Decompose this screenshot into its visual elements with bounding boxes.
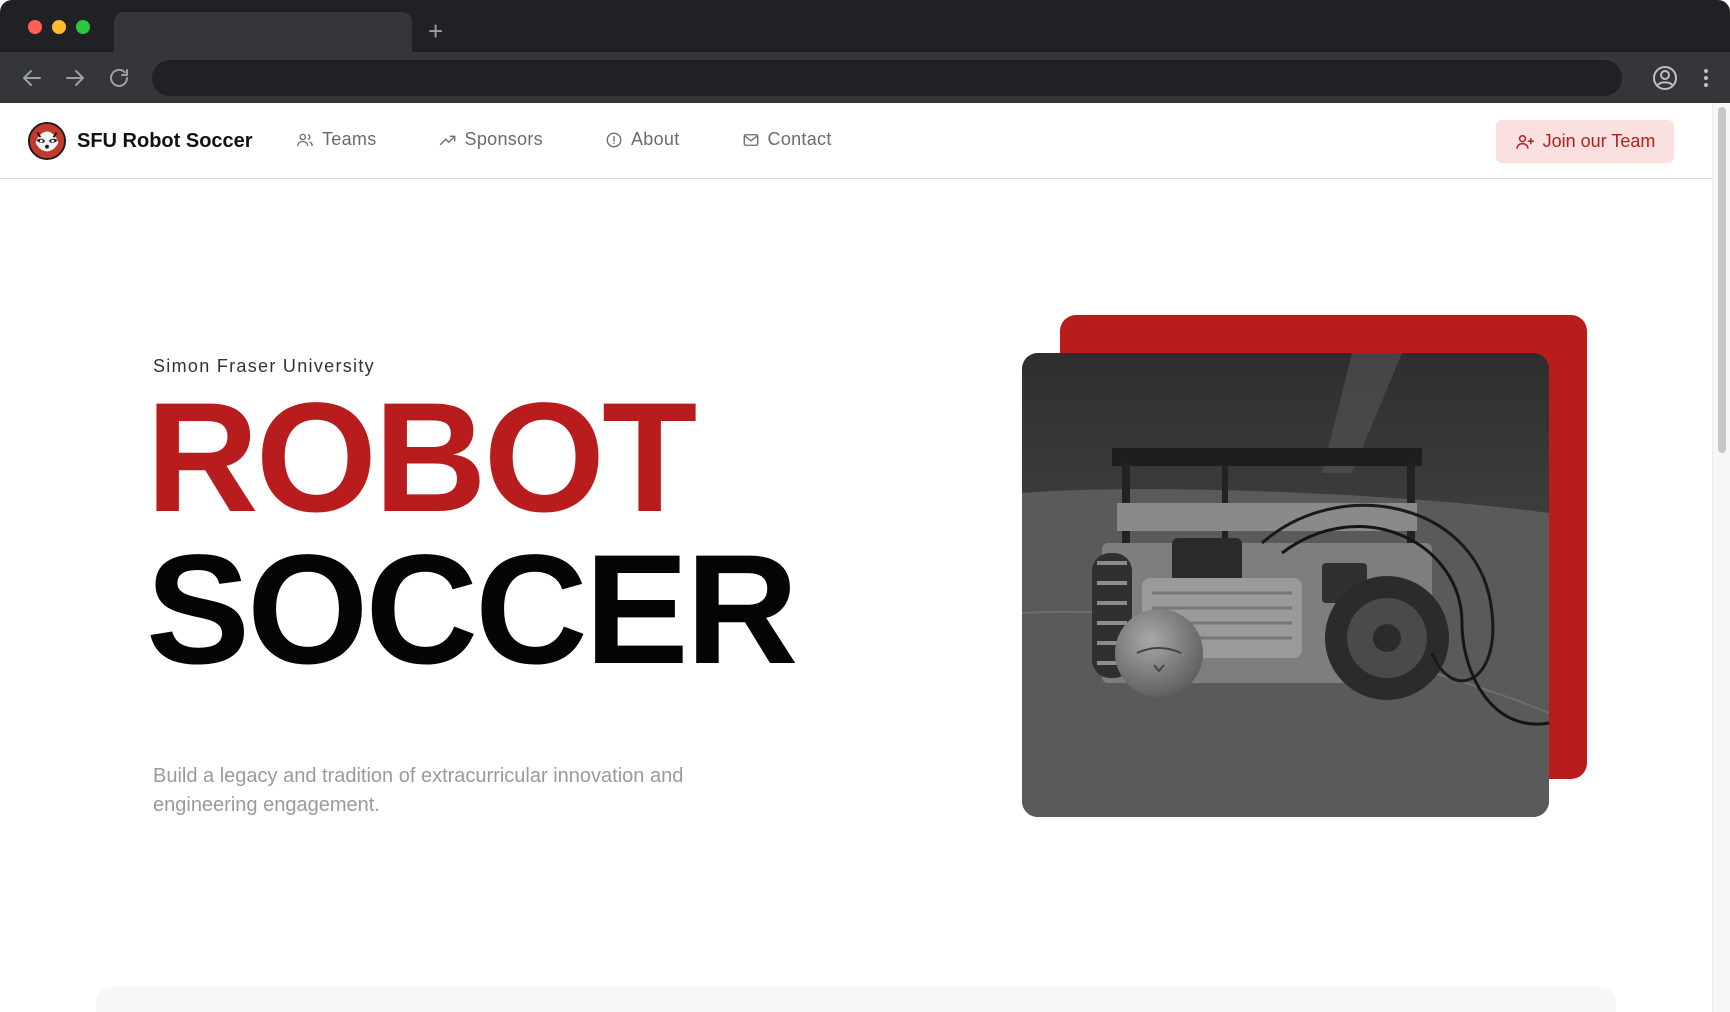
brand[interactable]: SFU Robot Soccer (28, 121, 253, 161)
browser-chrome: + (0, 0, 1730, 103)
browser-tab[interactable] (114, 12, 412, 52)
users-icon (297, 133, 313, 146)
page-scrollbar[interactable] (1712, 103, 1730, 1012)
forward-arrow-icon[interactable] (63, 66, 87, 90)
nav-link-label: Contact (767, 129, 832, 149)
user-plus-icon (1515, 134, 1534, 149)
maximize-window-button[interactable] (76, 20, 90, 34)
info-icon (606, 132, 622, 147)
join-team-button[interactable]: Join our Team (1496, 120, 1674, 163)
browser-toolbar (0, 52, 1730, 103)
tab-strip: + (0, 0, 1730, 52)
web-page: SFU Robot Soccer Teams Sponsors About Co… (0, 103, 1712, 1012)
nav-link-teams[interactable]: Teams (296, 129, 377, 150)
new-tab-button[interactable]: + (428, 18, 443, 44)
profile-icon[interactable] (1652, 65, 1678, 91)
brand-name: SFU Robot Soccer (77, 129, 253, 152)
nav-link-sponsors[interactable]: Sponsors (439, 129, 543, 150)
address-bar[interactable] (152, 60, 1622, 96)
nav-link-label: Teams (322, 129, 377, 149)
scrollbar-thumb[interactable] (1718, 107, 1726, 453)
hero-robot-photo (1022, 353, 1549, 817)
close-window-button[interactable] (28, 20, 42, 34)
minimize-window-button[interactable] (52, 20, 66, 34)
nav-links: Teams Sponsors About Contact (296, 129, 894, 150)
nav-link-label: Sponsors (464, 129, 543, 149)
nav-link-label: About (630, 129, 680, 149)
site-navbar: SFU Robot Soccer Teams Sponsors About Co… (0, 103, 1712, 179)
robot-photo-image (1022, 353, 1549, 817)
hero-tagline: Build a legacy and tradition of extracur… (153, 765, 684, 816)
join-team-label: Join our Team (1542, 131, 1656, 151)
back-arrow-icon[interactable] (20, 66, 44, 90)
next-section-card (96, 987, 1616, 1012)
raccoon-logo-icon (28, 122, 66, 160)
mail-icon (743, 133, 758, 146)
more-menu-icon[interactable] (1702, 66, 1710, 90)
nav-link-contact[interactable]: Contact (742, 129, 832, 150)
reload-icon[interactable] (107, 66, 131, 90)
trending-up-icon (439, 135, 455, 145)
nav-link-about[interactable]: About (605, 129, 680, 150)
hero-title-soccer: SOCCER (146, 523, 798, 697)
